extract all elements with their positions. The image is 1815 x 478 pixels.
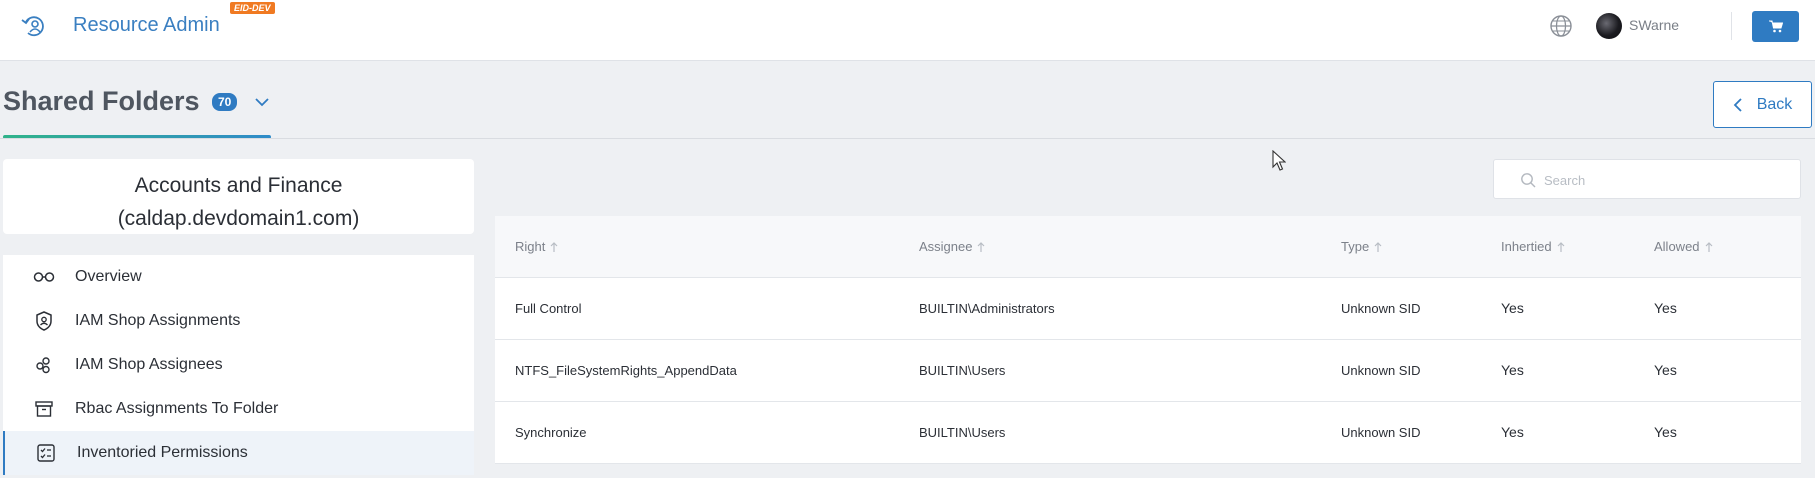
cell-assignee: BUILTIN\Users	[919, 425, 1006, 440]
entity-name: Accounts and Finance	[134, 174, 343, 197]
archive-box-icon	[31, 399, 57, 419]
permissions-table: Right Assignee Type Inhertied Allowed Fu…	[495, 216, 1801, 464]
cell-type: Unknown SID	[1341, 363, 1421, 378]
top-bar: Resource Admin EID-DEV SWarne	[0, 0, 1815, 61]
sort-arrow-icon	[550, 241, 558, 252]
sidebar-item-label: IAM Shop Assignees	[75, 356, 223, 373]
search-input[interactable]	[1544, 169, 1784, 191]
header-divider	[1731, 12, 1732, 40]
table-row[interactable]: Full Control BUILTIN\Administrators Unkn…	[495, 278, 1801, 340]
cell-inherited: Yes	[1501, 362, 1524, 378]
refresh-user-icon[interactable]	[20, 13, 48, 39]
avatar[interactable]	[1596, 13, 1622, 39]
sidebar-item-label: Rbac Assignments To Folder	[75, 400, 279, 417]
cell-assignee: BUILTIN\Administrators	[919, 301, 1055, 316]
cell-allowed: Yes	[1654, 362, 1677, 378]
sidebar-item-rbac-assignments[interactable]: Rbac Assignments To Folder	[3, 387, 474, 431]
sidebar-item-iam-shop-assignees[interactable]: IAM Shop Assignees	[3, 343, 474, 387]
back-button-label: Back	[1756, 95, 1793, 113]
column-header-inherited[interactable]: Inhertied	[1501, 239, 1566, 254]
column-header-label: Right	[515, 239, 546, 254]
sidebar-item-inventoried-permissions[interactable]: Inventoried Permissions	[3, 431, 474, 475]
globe-icon[interactable]	[1549, 14, 1573, 38]
page-title: Shared Folders	[3, 86, 200, 116]
glasses-icon	[31, 267, 57, 287]
user-name[interactable]: SWarne	[1629, 17, 1679, 33]
sidebar-item-overview[interactable]: Overview	[3, 255, 474, 299]
cell-type: Unknown SID	[1341, 425, 1421, 440]
sidebar-item-label: IAM Shop Assignments	[75, 312, 241, 329]
cell-allowed: Yes	[1654, 300, 1677, 316]
app-title[interactable]: Resource Admin	[73, 14, 220, 37]
users-icon	[31, 355, 57, 375]
cell-type: Unknown SID	[1341, 301, 1421, 316]
table-header: Right Assignee Type Inhertied Allowed	[495, 216, 1801, 278]
sort-arrow-icon	[1374, 241, 1382, 252]
cell-assignee: BUILTIN\Users	[919, 363, 1006, 378]
sort-arrow-icon	[978, 241, 985, 252]
search-box	[1493, 159, 1801, 199]
cell-allowed: Yes	[1654, 424, 1677, 440]
checklist-icon	[33, 443, 59, 463]
search-icon	[1521, 173, 1536, 188]
chevron-left-icon	[1733, 97, 1742, 112]
sidebar-item-iam-shop-assignments[interactable]: IAM Shop Assignments	[3, 299, 474, 343]
column-header-right[interactable]: Right	[515, 239, 559, 254]
sidebar-item-label: Overview	[75, 268, 142, 285]
sidebar-item-label: Inventoried Permissions	[77, 444, 248, 461]
column-header-label: Allowed	[1654, 239, 1700, 254]
sort-arrow-icon	[1705, 241, 1712, 252]
table-row[interactable]: NTFS_FileSystemRights_AppendData BUILTIN…	[495, 340, 1801, 402]
column-header-label: Assignee	[919, 239, 973, 254]
sort-arrow-icon	[1557, 241, 1565, 252]
cart-icon	[1768, 20, 1783, 33]
chevron-down-icon[interactable]	[254, 96, 270, 108]
entity-domain: (caldap.devdomain1.com)	[117, 207, 360, 230]
column-header-label: Inhertied	[1501, 239, 1552, 254]
back-button[interactable]: Back	[1713, 81, 1812, 128]
column-header-label: Type	[1341, 239, 1370, 254]
cart-button[interactable]	[1752, 11, 1799, 42]
cell-inherited: Yes	[1501, 424, 1524, 440]
mouse-cursor-icon	[1272, 150, 1286, 171]
count-badge: 70	[212, 93, 238, 111]
column-header-assignee[interactable]: Assignee	[919, 239, 986, 254]
env-badge: EID-DEV	[230, 2, 275, 14]
table-row[interactable]: Synchronize BUILTIN\Users Unknown SID Ye…	[495, 402, 1801, 464]
column-header-type[interactable]: Type	[1341, 239, 1383, 254]
cell-right: NTFS_FileSystemRights_AppendData	[515, 363, 737, 378]
cell-right: Synchronize	[515, 425, 587, 440]
shield-user-icon	[31, 311, 57, 331]
page-divider	[0, 138, 1815, 139]
sidebar-nav: Overview IAM Shop Assignments IAM Shop A…	[3, 255, 474, 475]
cell-right: Full Control	[515, 301, 582, 316]
column-header-allowed[interactable]: Allowed	[1654, 239, 1714, 254]
cell-inherited: Yes	[1501, 300, 1524, 316]
entity-card: Accounts and Finance (caldap.devdomain1.…	[3, 159, 474, 234]
